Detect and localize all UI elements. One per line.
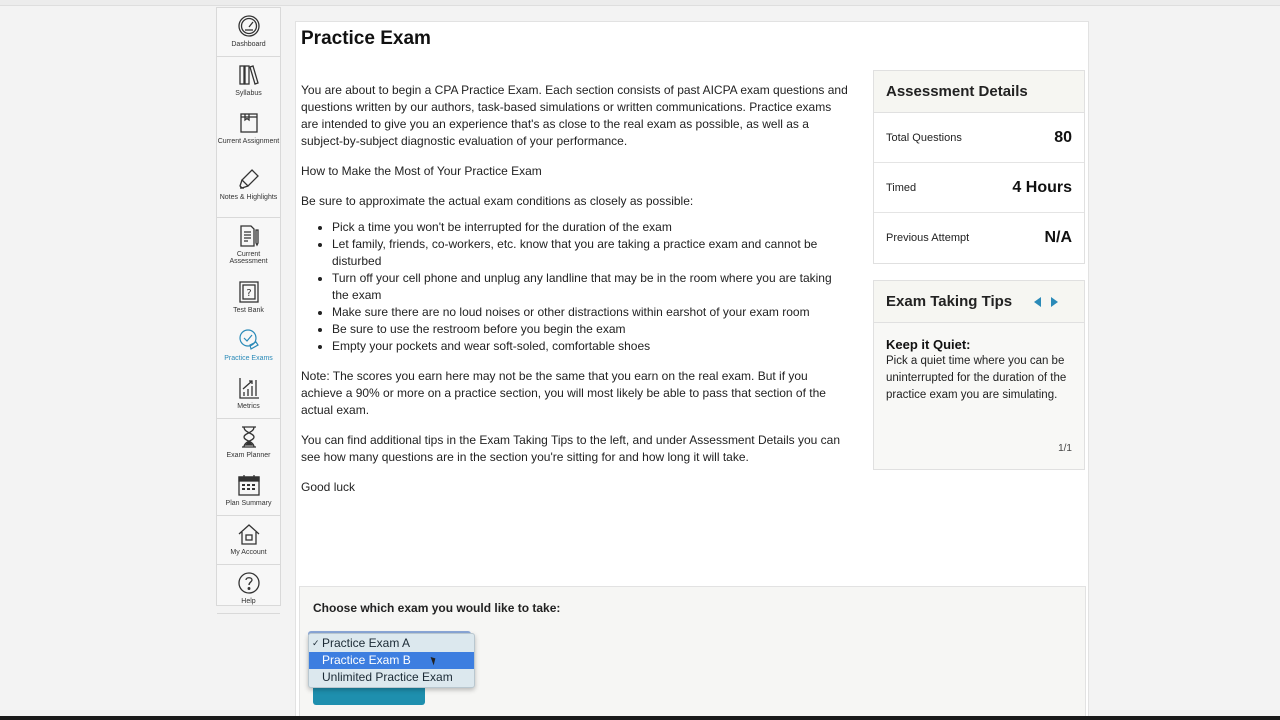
sidebar-item-label: Syllabus xyxy=(235,90,262,97)
detail-label: Previous Attempt xyxy=(886,232,970,244)
sidebar-item-label: Practice Exams xyxy=(224,355,273,362)
document-pencil-icon xyxy=(236,223,262,249)
tip-title: Keep it Quiet: xyxy=(886,337,971,352)
sidebar-item-current-assignment[interactable]: Current Assignment xyxy=(217,105,280,161)
sidebar-item-notes-highlights[interactable]: Notes & Highlights xyxy=(217,161,280,217)
question-book-icon: ? xyxy=(236,279,262,305)
exam-chooser: Choose which exam you would like to take… xyxy=(299,586,1086,720)
conditions-list: Pick a time you won't be interrupted for… xyxy=(301,219,851,355)
tip-page-indicator: 1/1 xyxy=(1058,443,1072,454)
nav-group-help: Help xyxy=(217,565,280,614)
detail-row-total-questions: Total Questions 80 xyxy=(874,113,1084,163)
sidebar-item-practice-exams[interactable]: Practice Exams xyxy=(217,322,280,370)
assessment-details-title: Assessment Details xyxy=(874,71,1084,113)
sidebar-item-label: Metrics xyxy=(237,403,260,410)
sidebar-item-label: Dashboard xyxy=(231,41,266,48)
svg-text:?: ? xyxy=(246,288,251,299)
exam-tips-header: Exam Taking Tips xyxy=(874,281,1084,323)
detail-label: Timed xyxy=(886,181,917,194)
sidebar-item-dashboard[interactable]: Dashboard xyxy=(217,8,280,56)
exam-option-a[interactable]: ✓ Practice Exam A xyxy=(309,635,474,652)
option-label: Unlimited Practice Exam xyxy=(322,670,453,684)
note-paragraph: Note: The scores you earn here may not b… xyxy=(301,369,826,417)
exam-option-b[interactable]: Practice Exam B xyxy=(309,652,474,669)
intro-paragraph: You are about to begin a CPA Practice Ex… xyxy=(301,83,848,148)
list-item: Empty your pockets and wear soft-soled, … xyxy=(332,338,851,355)
books-icon xyxy=(236,62,262,88)
calendar-icon xyxy=(236,472,262,498)
detail-row-previous-attempt: Previous Attempt N/A xyxy=(874,213,1084,263)
option-label: Practice Exam A xyxy=(322,636,411,650)
page-title: Practice Exam xyxy=(301,28,431,49)
conditions-intro: Be sure to approximate the actual exam c… xyxy=(301,194,694,208)
nav-group-study: Syllabus Current Assignment Notes & High… xyxy=(217,57,280,218)
sidebar-nav: Dashboard Syllabus Current Assignment No… xyxy=(216,7,281,614)
hourglass-icon xyxy=(236,424,262,450)
detail-value: 4 Hours xyxy=(1012,178,1072,196)
exam-option-unlimited[interactable]: Unlimited Practice Exam xyxy=(309,669,474,686)
bar-chart-icon xyxy=(236,375,262,401)
list-item: Be sure to use the restroom before you b… xyxy=(332,321,851,338)
bookmark-book-icon xyxy=(236,110,262,136)
sidebar-item-label: Help xyxy=(241,598,256,605)
sidebar-item-label: Notes & Highlights xyxy=(219,194,278,201)
detail-value: 80 xyxy=(1054,128,1072,146)
signoff: Good luck xyxy=(301,480,356,494)
next-tip-icon[interactable] xyxy=(1051,296,1059,307)
sidebar-item-label: Plan Summary xyxy=(225,500,272,507)
sidebar-item-label: Current Assessment xyxy=(229,251,268,265)
mouse-cursor-icon xyxy=(430,655,438,666)
option-label: Practice Exam B xyxy=(322,653,411,667)
sidebar-item-label: My Account xyxy=(230,549,267,556)
tip-navigation xyxy=(1034,296,1059,307)
checkmark-icon: ✓ xyxy=(312,638,320,648)
speedometer-icon xyxy=(236,13,262,39)
exam-select-dropdown: ✓ Practice Exam A Practice Exam B Unlimi… xyxy=(308,633,475,688)
list-item: Turn off your cell phone and unplug any … xyxy=(332,270,851,304)
list-item: Let family, friends, co-workers, etc. kn… xyxy=(332,236,851,270)
sidebar-item-plan-summary[interactable]: Plan Summary xyxy=(217,467,280,515)
help-icon xyxy=(236,570,262,596)
exam-instructions: You are about to begin a CPA Practice Ex… xyxy=(301,82,851,509)
howto-heading: How to Make the Most of Your Practice Ex… xyxy=(301,164,542,178)
detail-row-timed: Timed 4 Hours xyxy=(874,163,1084,213)
nav-group-planner: Exam Planner Plan Summary xyxy=(217,419,280,516)
highlighter-icon xyxy=(236,166,262,192)
sidebar-item-label: Exam Planner xyxy=(226,452,271,459)
sidebar-item-my-account[interactable]: My Account xyxy=(217,516,280,564)
home-icon xyxy=(236,521,262,547)
tip-body: Keep it Quiet: Pick a quiet time where y… xyxy=(874,323,1084,404)
sidebar-item-current-assessment[interactable]: Current Assessment xyxy=(217,218,280,274)
detail-label: Total Questions xyxy=(886,131,962,144)
sidebar-item-label: Test Bank xyxy=(233,307,264,314)
detail-value: N/A xyxy=(1044,229,1072,246)
sidebar-item-label: Current Assignment xyxy=(217,138,280,145)
list-item: Make sure there are no loud noises or ot… xyxy=(332,304,851,321)
screen-bottom-edge xyxy=(0,716,1280,720)
browser-top-bar xyxy=(0,0,1280,6)
sidebar-item-test-bank[interactable]: ? Test Bank xyxy=(217,274,280,322)
clock-check-icon xyxy=(236,327,262,353)
additional-paragraph: You can find additional tips in the Exam… xyxy=(301,433,840,464)
sidebar-item-help[interactable]: Help xyxy=(217,565,280,613)
exam-tips-title: Exam Taking Tips xyxy=(886,293,1013,310)
tip-text: Pick a quiet time where you can be unint… xyxy=(886,355,1067,401)
sidebar-item-exam-planner[interactable]: Exam Planner xyxy=(217,419,280,467)
nav-group-account: My Account xyxy=(217,516,280,565)
nav-group-assessment: Current Assessment ? Test Bank Practice … xyxy=(217,218,280,419)
previous-tip-icon[interactable] xyxy=(1034,296,1042,307)
nav-group-dashboard: Dashboard xyxy=(217,8,280,57)
exam-chooser-label: Choose which exam you would like to take… xyxy=(313,601,561,615)
sidebar-item-metrics[interactable]: Metrics xyxy=(217,370,280,418)
assessment-details-card: Assessment Details Total Questions 80 Ti… xyxy=(873,70,1085,264)
main-panel: Practice Exam You are about to begin a C… xyxy=(295,21,1089,720)
exam-tips-card: Exam Taking Tips Keep it Quiet: Pick a q… xyxy=(873,280,1085,470)
sidebar-item-syllabus[interactable]: Syllabus xyxy=(217,57,280,105)
list-item: Pick a time you won't be interrupted for… xyxy=(332,219,851,236)
